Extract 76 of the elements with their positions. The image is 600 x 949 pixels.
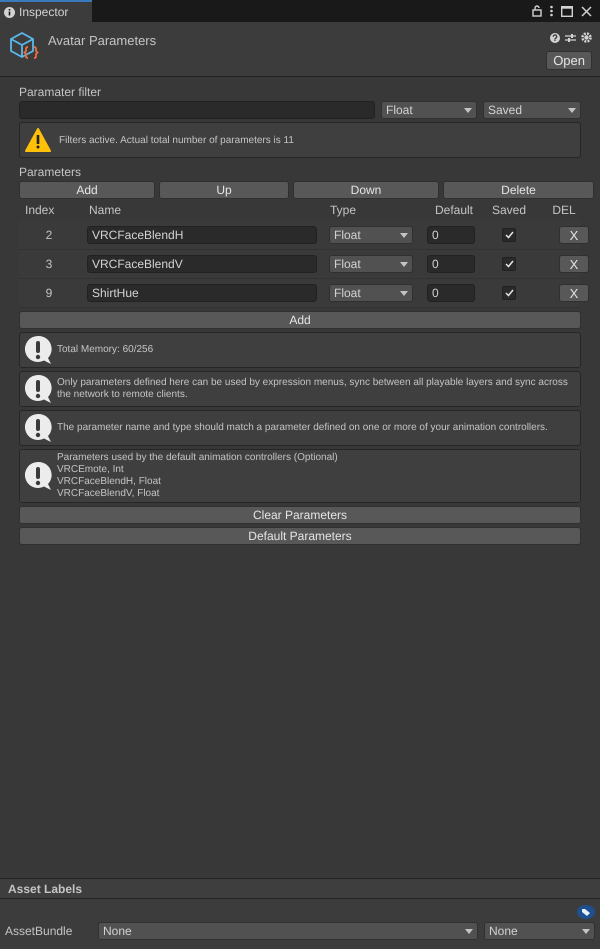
button[interactable]: Down [293,181,439,199]
default-field[interactable]: 0 [427,255,475,273]
filter-label: Paramater filter [19,84,102,99]
button[interactable]: X [559,255,589,273]
index-cell-text: 3 [46,256,52,273]
dropdown[interactable]: None [98,922,478,940]
index-cell-text: 9 [46,285,52,302]
info-icon [24,461,52,491]
info-text: Only parameters defined here can be used by expression menus, sync between all playable layers and sync across the network to remote clients. [57,377,569,401]
info-icon [4,6,15,18]
name-field[interactable]: VRCFaceBlendH [87,226,317,244]
button[interactable]: Default Parameters [19,527,581,545]
saved-checkbox[interactable] [502,286,516,300]
component-title: Avatar Parameters [48,32,156,50]
check-icon [504,289,514,297]
inspector-tab[interactable]: Inspector [0,0,92,22]
close-icon[interactable] [581,6,592,16]
saved-checkbox[interactable] [502,257,516,271]
field-label: AssetBundle [5,923,74,940]
caret-icon [568,108,576,112]
dropdown[interactable]: None [484,922,595,940]
info-icon [24,374,52,404]
parameters-label: Parameters [19,164,82,179]
button[interactable]: Clear Parameters [19,506,581,524]
button[interactable]: Open [546,51,592,70]
column-header: Index [24,202,56,219]
column-header: Type [329,202,358,219]
check-icon [504,231,514,239]
check-icon [504,260,514,268]
caret-icon [464,108,472,112]
help-icon[interactable] [550,32,560,42]
button[interactable]: Add [19,181,155,199]
info-text: Parameters used by the default animation controllers (Optional) [57,452,338,464]
button[interactable]: X [559,226,589,244]
dropdown[interactable]: Float [329,255,413,273]
caret-icon [400,232,408,238]
button[interactable]: Up [159,181,289,199]
warning-text: Filters active. Actual total number of parameters is 11 [59,134,294,148]
saved-checkbox[interactable] [502,228,516,242]
info-text: VRCEmote, Int [57,464,125,476]
info-text: Total Memory: 60/256 [57,344,154,356]
caret-icon [465,928,473,934]
warning-icon [25,128,51,152]
default-field[interactable]: 0 [427,284,475,302]
dropdown[interactable]: Float [381,101,477,119]
column-header: DEL [552,202,576,219]
button[interactable]: X [559,284,589,302]
default-field[interactable]: 0 [427,226,475,244]
info-icon [24,335,52,365]
info-icon [24,413,52,443]
tag-icon[interactable] [577,905,595,919]
info-text: VRCFaceBlendH, Float [57,476,162,488]
button[interactable]: Add [19,311,581,329]
index-cell-text: 2 [46,227,52,244]
settings-icon[interactable] [581,32,592,43]
more-icon[interactable] [550,5,553,17]
cube-icon [8,30,40,62]
button[interactable]: Delete [443,181,594,199]
column-header: Saved [492,202,526,219]
sliders-icon[interactable] [565,32,576,42]
name-field[interactable]: VRCFaceBlendV [87,255,317,273]
name-field[interactable]: ShirtHue [87,284,317,302]
dropdown[interactable]: Saved [483,101,581,119]
caret-icon [582,928,590,934]
column-header: Name [88,202,122,219]
section-title: Asset Labels [8,880,82,898]
tab-label: Inspector [19,4,68,21]
info-text: VRCFaceBlendV, Float [57,488,160,500]
lock-icon[interactable] [532,5,542,17]
caret-icon [400,262,408,266]
info-text: The parameter name and type should match a parameter defined on one or more of your animation controllers. [57,422,548,434]
caret-icon [400,290,408,296]
maximize-icon[interactable] [561,6,573,16]
column-header: Default [434,202,474,219]
dropdown[interactable]: Float [329,284,413,302]
dropdown[interactable]: Float [329,226,413,244]
